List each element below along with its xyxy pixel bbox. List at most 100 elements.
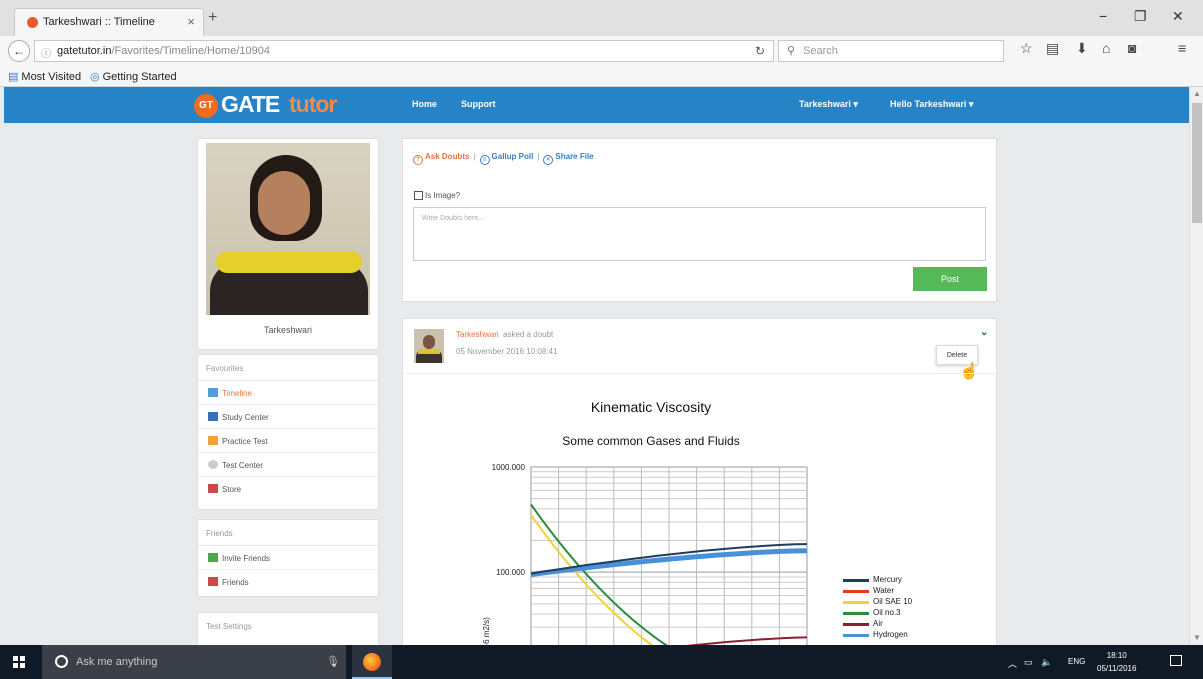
y-tick-label: 1000.000 [492,463,526,472]
taskbar: Ask me anything 🎙 ︿ ▭ 🔈 ENG 18:10 05/11/2… [0,645,1203,679]
back-icon[interactable]: ← [8,40,30,62]
user-menu[interactable]: Tarkeshwari ▾ [799,99,858,110]
scroll-up-icon[interactable]: ▲ [1193,89,1201,98]
legend-label: Oil SAE 10 [873,597,913,606]
cortana-placeholder: Ask me anything [76,656,158,668]
profile-name[interactable]: Tarkeshwari [198,325,378,335]
close-tab-icon[interactable]: × [187,14,195,29]
new-tab-icon[interactable]: + [208,9,217,27]
bookmark-star-icon[interactable]: ☆ [1020,40,1033,57]
question-icon: ? [413,155,423,165]
composer-actions: ? Ask Doubts | ≡ Gallup Poll | < Share File [413,152,594,165]
sidebar-item-practice-test[interactable]: Practice Test [198,429,378,453]
language-indicator[interactable]: ENG [1068,657,1085,666]
invite-friends-icon [208,553,218,562]
post-avatar[interactable] [414,329,444,363]
address-bar[interactable]: ⓘ gatetutor.in/Favorites/Timeline/Home/1… [34,40,774,62]
is-image-checkbox[interactable] [414,191,423,200]
share-icon: < [543,155,554,165]
legend-entry: Oil SAE 10 [843,596,912,607]
bookmark-most-visited[interactable]: ▤ Most Visited [8,70,81,83]
pocket-icon[interactable]: ◙ [1128,40,1136,56]
scroll-down-icon[interactable]: ▼ [1193,633,1201,642]
search-input[interactable]: ⚲ Search [778,40,1004,62]
favourites-heading: Favourites [198,355,378,381]
windows-start-icon[interactable] [13,656,25,668]
reading-list-icon[interactable]: ▤ [1046,40,1059,57]
post-author[interactable]: Tarkeshwari [456,330,499,339]
legend-entry: Oil no.3 [843,607,912,618]
post-button[interactable]: Post [913,267,987,291]
logo-badge: GT [194,94,218,118]
window-close-icon[interactable]: ✕ [1172,8,1184,25]
browser-tab[interactable]: Tarkeshwari :: Timeline × [14,8,204,36]
legend-swatch [843,601,869,604]
notification-icon[interactable] [1170,655,1182,666]
site-favicon-icon [27,17,38,28]
search-placeholder: Search [803,45,838,57]
folder-icon: ▤ [8,71,19,83]
cortana-search[interactable]: Ask me anything 🎙 [42,645,346,679]
sidebar-item-study-center[interactable]: Study Center [198,405,378,429]
network-icon[interactable]: ▭ [1024,657,1033,668]
legend-label: Hydrogen [873,630,908,639]
legend-label: Water [873,586,895,595]
share-file-link[interactable]: < Share File [543,152,594,165]
bookmarks-bar: ▤ Most Visited ◎ Getting Started [0,66,1203,87]
doubt-textarea[interactable]: Write Doubts here... [413,207,986,261]
study-center-icon [208,412,218,421]
site-header: GT GATE tutor Home Support Tarkeshwari ▾… [4,87,1189,123]
nav-support[interactable]: Support [461,99,496,109]
logo-gate-text: GATE [221,91,280,117]
nav-home[interactable]: Home [412,99,437,109]
sidebar-item-timeline[interactable]: Timeline [198,381,378,405]
volume-icon[interactable]: 🔈 [1041,657,1052,668]
microphone-icon[interactable]: 🎙 [326,655,340,668]
firefox-taskbar-button[interactable] [352,645,392,679]
is-image-label: Is Image? [425,191,461,200]
tray-chevron-icon[interactable]: ︿ [1008,657,1017,670]
post-date: 05 November 2016 10:08:41 [456,347,558,356]
profile-card: Tarkeshwari [197,138,379,350]
gallup-poll-link[interactable]: ≡ Gallup Poll [479,152,533,165]
chart-legend: Mercury Water Oil SAE 10 Oil no.3 Air Hydroge… [843,574,912,640]
firefox-taskbar-icon [363,653,381,671]
restore-icon[interactable]: ❐ [1134,8,1147,25]
search-icon: ⚲ [787,45,796,57]
legend-entry: Water [843,585,912,596]
ask-doubts-link[interactable]: ? Ask Doubts [413,152,469,165]
post-action: asked a doubt [503,330,554,339]
legend-entry: Mercury [843,574,912,585]
sidebar-item-friends[interactable]: Friends [198,570,378,594]
hello-user-menu[interactable]: Hello Tarkeshwari ▾ [890,99,973,110]
reload-icon[interactable]: ↻ [755,44,765,58]
minimize-icon[interactable]: − [1099,8,1107,24]
downloads-icon[interactable]: ⬇ [1076,40,1088,57]
legend-swatch [843,634,869,637]
timeline-icon [208,388,218,397]
bookmark-getting-started[interactable]: ◎ Getting Started [90,70,177,83]
home-icon[interactable]: ⌂ [1102,40,1110,56]
legend-label: Oil no.3 [873,608,901,617]
sidebar-item-store[interactable]: Store [198,477,378,501]
scrollbar-thumb[interactable] [1192,103,1202,223]
legend-swatch [843,612,869,615]
chart-plot: 1000.000100.00010.000cosity (10-6 m2/s) [482,463,808,647]
feed-post: Tarkeshwari asked a doubt 05 November 20… [402,318,997,648]
profile-photo[interactable] [206,143,370,315]
legend-swatch [843,590,869,593]
post-menu-chevron-icon[interactable]: ⌄ [980,327,988,338]
store-icon [208,484,218,493]
sidebar-item-test-center[interactable]: Test Center [198,453,378,477]
url-text: gatetutor.in/Favorites/Timeline/Home/109… [57,45,270,57]
legend-label: Mercury [873,575,902,584]
practice-test-icon [208,436,218,445]
legend-swatch [843,579,869,582]
doubt-placeholder: Write Doubts here... [422,215,485,222]
viscosity-chart: Kinematic Viscosity Some common Gases an… [403,379,996,647]
clock[interactable]: 18:10 05/11/2016 [1097,649,1136,675]
info-icon[interactable]: ⓘ [41,45,51,60]
menu-icon[interactable]: ≡ [1178,40,1186,56]
sidebar-item-invite-friends[interactable]: Invite Friends [198,546,378,570]
page-scrollbar[interactable]: ▲ ▼ [1189,87,1203,644]
